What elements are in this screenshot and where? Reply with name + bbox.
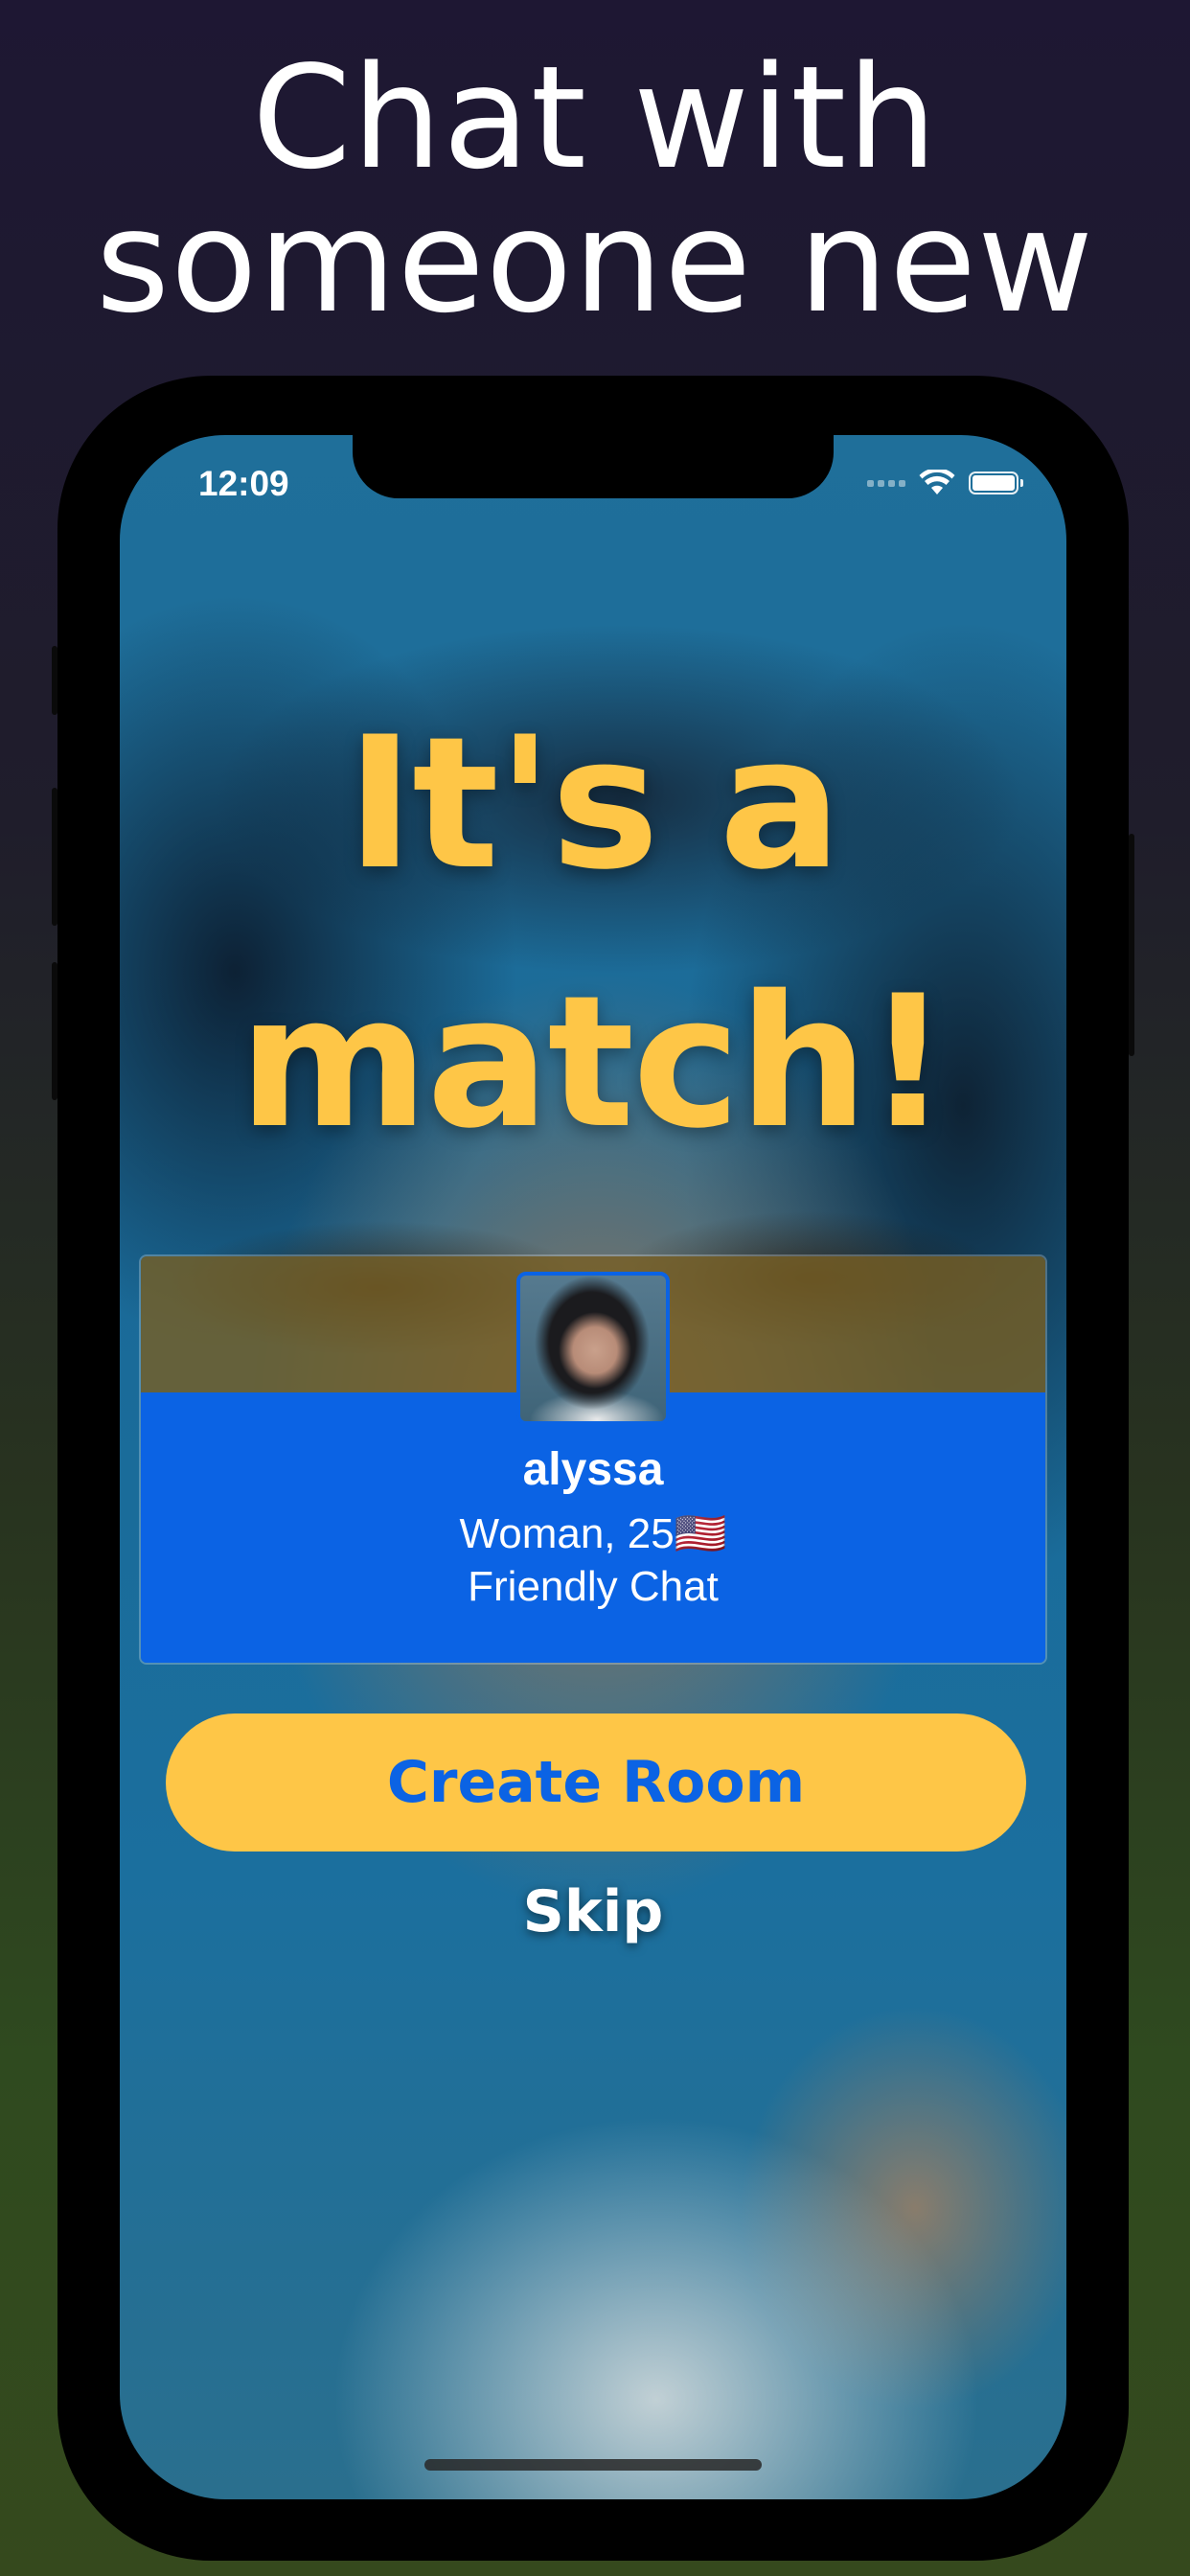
headline-line-2: someone new — [95, 179, 1095, 344]
match-title: It's a match! — [120, 675, 1066, 1192]
skip-button[interactable]: Skip — [120, 1878, 1066, 1945]
volume-down-button — [52, 962, 57, 1100]
power-button — [1129, 834, 1134, 1056]
profile-card: alyssa Woman, 25🇺🇸 Friendly Chat — [139, 1254, 1047, 1665]
volume-up-button — [52, 788, 57, 926]
battery-icon — [969, 472, 1023, 494]
profile-name: alyssa — [522, 1444, 664, 1495]
status-time: 12:09 — [198, 464, 289, 503]
status-icons — [867, 470, 1023, 496]
wifi-icon — [919, 470, 955, 494]
avatar — [516, 1272, 670, 1425]
profile-chat-type: Friendly Chat — [468, 1563, 719, 1610]
notch — [353, 435, 834, 498]
cellular-signal-icon — [867, 479, 905, 487]
match-title-line-2: match! — [239, 956, 950, 1168]
create-room-button[interactable]: Create Room — [166, 1714, 1026, 1852]
app-screen: 12:09 It's a match! alyssa Woman, 25🇺🇸 F… — [120, 435, 1066, 2499]
profile-details: Woman, 25🇺🇸 — [459, 1510, 727, 1557]
home-indicator[interactable] — [424, 2459, 762, 2471]
create-room-label: Create Room — [386, 1749, 806, 1816]
headline-line-1: Chat with — [252, 35, 938, 200]
promo-headline: Chat with someone new — [0, 46, 1190, 334]
match-title-line-1: It's a — [346, 698, 841, 909]
battery-level — [973, 475, 1015, 491]
mute-switch — [52, 646, 57, 715]
phone-frame: 12:09 It's a match! alyssa Woman, 25🇺🇸 F… — [52, 376, 1134, 2561]
